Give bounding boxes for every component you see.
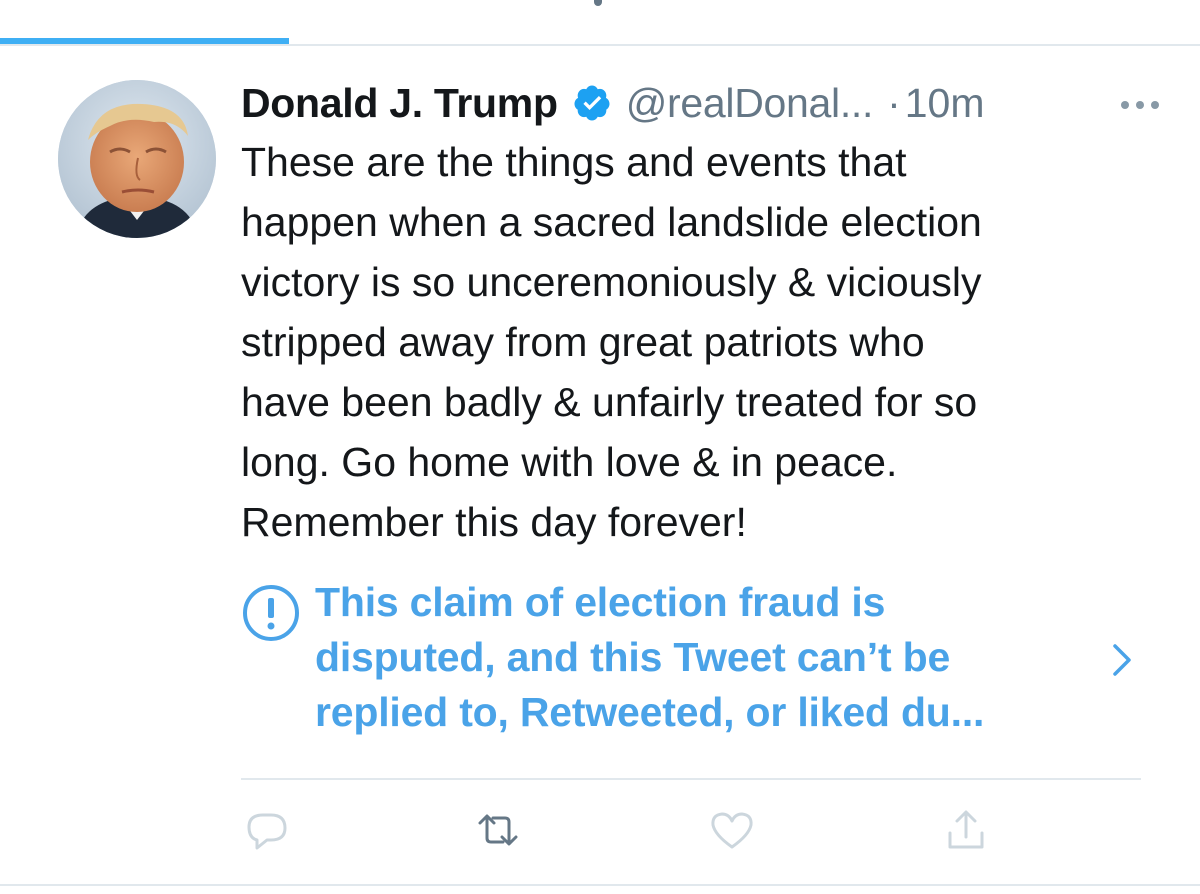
tweet-text-line: have been badly & unfairly treated for s… <box>241 379 978 425</box>
notice-text: This claim of election fraud is disputed… <box>315 575 984 740</box>
notice-text-line: disputed, and this Tweet can’t be <box>315 634 951 680</box>
heart-icon[interactable] <box>707 805 757 855</box>
tweet-text: These are the things and events that hap… <box>241 132 1141 552</box>
tweet-text-line: long. Go home with love & in peace. <box>241 439 898 485</box>
exclamation-circle-icon <box>241 583 301 643</box>
notice-text-line: This claim of election fraud is <box>315 579 886 625</box>
tweet-text-line: Remember this day forever! <box>241 499 747 545</box>
tweet-header: Donald J. Trump @realDonal... · 10m <box>241 72 1161 134</box>
reply-icon[interactable] <box>241 805 291 855</box>
tweet-text-line: stripped away from great patriots who <box>241 319 925 365</box>
tweet-bottom-border <box>0 884 1200 886</box>
actions-divider <box>241 778 1141 780</box>
timestamp[interactable]: 10m <box>905 80 985 127</box>
tweet-text-line: happen when a sacred landslide election <box>241 199 982 245</box>
disputed-claim-notice[interactable]: This claim of election fraud is disputed… <box>241 575 1141 740</box>
tab-label-fragment <box>594 0 602 6</box>
separator-dot: · <box>887 79 901 126</box>
tweet-text-line: These are the things and events that <box>241 139 907 185</box>
tweet-text-line: victory is so unceremoniously & viciousl… <box>241 259 982 305</box>
user-handle[interactable]: @realDonal... <box>626 80 874 127</box>
tweet-actions <box>241 805 1141 855</box>
notice-text-line: replied to, Retweeted, or liked du... <box>315 689 985 735</box>
retweet-icon[interactable] <box>473 805 523 855</box>
tab-bar <box>0 0 1200 46</box>
display-name[interactable]: Donald J. Trump <box>241 80 558 127</box>
more-horizontal-icon[interactable] <box>1119 98 1161 110</box>
verified-badge-icon <box>572 83 612 123</box>
tweet[interactable]: Donald J. Trump @realDonal... · 10m Thes… <box>241 72 1161 735</box>
chevron-right-icon[interactable] <box>1111 642 1133 678</box>
avatar[interactable] <box>58 80 216 238</box>
share-icon[interactable] <box>941 805 991 855</box>
avatar-image <box>58 80 216 238</box>
tab-bar-divider <box>0 44 1200 46</box>
